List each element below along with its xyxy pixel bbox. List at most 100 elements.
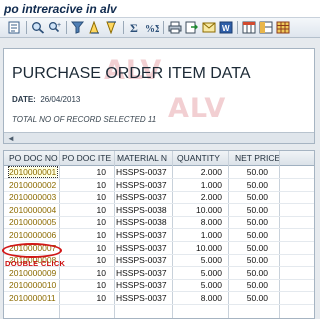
cell-po-doc-item[interactable]: 10 xyxy=(61,230,106,240)
date-label: DATE: xyxy=(12,95,36,104)
cell-material[interactable]: HSSPS-0037 xyxy=(116,230,172,240)
table-row[interactable]: 2010000005 10 HSSPS-0038 8.000 50.00 xyxy=(4,216,314,230)
cell-quantity[interactable]: 10.000 xyxy=(172,243,222,253)
cell-material[interactable]: HSSPS-0038 xyxy=(116,205,172,215)
find-icon[interactable] xyxy=(31,21,45,34)
cell-net-price[interactable]: 50.00 xyxy=(230,167,268,177)
cell-po-doc-item[interactable]: 10 xyxy=(61,217,106,227)
cell-net-price[interactable]: 50.00 xyxy=(230,217,268,227)
cell-material[interactable]: HSSPS-0037 xyxy=(116,167,172,177)
toolbar-separator xyxy=(163,21,164,34)
cell-po-doc-item[interactable]: 10 xyxy=(61,243,106,253)
cell-po-doc-item[interactable]: 10 xyxy=(61,192,106,202)
cell-po-doc-item[interactable]: 10 xyxy=(61,180,106,190)
column-header-net-price[interactable]: NET PRICE xyxy=(235,153,281,163)
cell-material[interactable]: HSSPS-0038 xyxy=(116,217,172,227)
toolbar-separator xyxy=(123,21,124,34)
cell-po-doc-no[interactable]: 2010000003 xyxy=(9,192,57,202)
cell-net-price[interactable]: 50.00 xyxy=(230,192,268,202)
cell-net-price[interactable]: 50.00 xyxy=(230,180,268,190)
find-next-icon[interactable]: + xyxy=(48,21,62,34)
cell-po-doc-no[interactable]: 2010000010 xyxy=(9,280,57,290)
cell-po-doc-item[interactable]: 10 xyxy=(61,293,106,303)
toolbar-separator xyxy=(237,21,238,34)
cell-quantity[interactable]: 10.000 xyxy=(172,205,222,215)
double-click-annotation: DOUBLE CLICK xyxy=(5,259,66,268)
cell-net-price[interactable]: 50.00 xyxy=(230,243,268,253)
cell-net-price[interactable]: 50.00 xyxy=(230,293,268,303)
table-row[interactable]: 2010000002 10 HSSPS-0037 1.000 50.00 xyxy=(4,179,314,192)
cell-material[interactable]: HSSPS-0037 xyxy=(116,268,172,278)
title-bar: po intreracive in alv xyxy=(0,0,320,17)
grid-icon[interactable] xyxy=(276,21,290,34)
subtotal-icon[interactable]: %Σ xyxy=(145,21,159,34)
column-header-po-doc-item[interactable]: PO DOC ITE xyxy=(62,153,114,163)
cell-material[interactable]: HSSPS-0037 xyxy=(116,180,172,190)
cell-quantity[interactable]: 8.000 xyxy=(172,293,222,303)
cell-quantity[interactable]: 2.000 xyxy=(172,167,222,177)
cell-po-doc-item[interactable]: 10 xyxy=(61,268,106,278)
header-scrollbar[interactable]: ◄ xyxy=(4,132,314,143)
cell-po-doc-item[interactable]: 10 xyxy=(61,205,106,215)
svg-text:%Σ: %Σ xyxy=(145,24,159,34)
alv-watermark: ALV xyxy=(168,93,227,124)
filter-icon[interactable] xyxy=(71,21,85,34)
svg-text:Σ: Σ xyxy=(130,21,138,34)
table-row[interactable]: 2010000003 10 HSSPS-0037 2.000 50.00 xyxy=(4,191,314,205)
total-records-text: TOTAL NO OF RECORD SELECTED 11 xyxy=(12,115,157,124)
cell-po-doc-no[interactable]: 2010000011 xyxy=(9,293,57,303)
cell-material[interactable]: HSSPS-0037 xyxy=(116,255,172,265)
cell-net-price[interactable]: 50.00 xyxy=(230,268,268,278)
cell-quantity[interactable]: 5.000 xyxy=(172,268,222,278)
print-icon[interactable] xyxy=(168,21,182,34)
cell-po-doc-no[interactable]: 2010000001 xyxy=(8,166,58,178)
table-row[interactable]: 2010000011 10 HSSPS-0037 8.000 50.00 xyxy=(4,292,314,305)
cell-po-doc-no[interactable]: 2010000006 xyxy=(9,230,57,240)
cell-net-price[interactable]: 50.00 xyxy=(230,230,268,240)
sort-ascending-icon[interactable] xyxy=(88,21,102,34)
svg-text:+: + xyxy=(57,22,61,29)
cell-po-doc-item[interactable]: 10 xyxy=(61,167,106,177)
table-row[interactable]: 2010000004 10 HSSPS-0038 10.000 50.00 xyxy=(4,204,314,217)
toolbar-separator xyxy=(26,21,27,34)
table-row[interactable]: 2010000001 10 HSSPS-0037 2.000 50.00 xyxy=(4,166,314,179)
alv-toolbar: + Σ %Σ W xyxy=(0,18,320,38)
cell-quantity[interactable]: 5.000 xyxy=(172,280,222,290)
window-title: po intreracive in alv xyxy=(4,2,117,16)
cell-po-doc-item[interactable]: 10 xyxy=(61,255,106,265)
cell-quantity[interactable]: 1.000 xyxy=(172,180,222,190)
total-icon[interactable]: Σ xyxy=(128,21,142,34)
column-header-material[interactable]: MATERIAL N xyxy=(117,153,169,163)
cell-net-price[interactable]: 50.00 xyxy=(230,205,268,215)
cell-po-doc-item[interactable]: 10 xyxy=(61,280,106,290)
sort-descending-icon[interactable] xyxy=(105,21,119,34)
cell-po-doc-no[interactable]: 2010000004 xyxy=(9,205,57,215)
details-icon[interactable] xyxy=(8,21,22,34)
layout-icon[interactable] xyxy=(242,21,256,34)
cell-net-price[interactable]: 50.00 xyxy=(230,280,268,290)
cell-po-doc-no[interactable]: 2010000005 xyxy=(9,217,57,227)
cell-material[interactable]: HSSPS-0037 xyxy=(116,243,172,253)
cell-po-doc-no[interactable]: 2010000009 xyxy=(9,268,57,278)
cell-quantity[interactable]: 8.000 xyxy=(172,217,222,227)
export-icon[interactable] xyxy=(185,21,199,34)
double-click-highlight-ellipse xyxy=(2,243,62,258)
cell-po-doc-no[interactable]: 2010000002 xyxy=(9,180,57,190)
cell-material[interactable]: HSSPS-0037 xyxy=(116,192,172,202)
column-header-quantity[interactable]: QUANTITY xyxy=(177,153,227,163)
grid-header-row: PO DOC NO PO DOC ITE MATERIAL N QUANTITY… xyxy=(4,151,314,166)
cell-quantity[interactable]: 1.000 xyxy=(172,230,222,240)
mail-icon[interactable] xyxy=(202,21,216,34)
scroll-left-icon[interactable]: ◄ xyxy=(7,134,15,143)
cell-net-price[interactable]: 50.00 xyxy=(230,255,268,265)
word-icon[interactable]: W xyxy=(219,21,233,34)
table-row[interactable]: 2010000006 10 HSSPS-0037 1.000 50.00 xyxy=(4,229,314,242)
cell-quantity[interactable]: 2.000 xyxy=(172,192,222,202)
table-row[interactable]: 2010000010 10 HSSPS-0037 5.000 50.00 xyxy=(4,279,314,293)
change-layout-icon[interactable] xyxy=(259,21,273,34)
column-header-po-doc-no[interactable]: PO DOC NO xyxy=(9,153,59,163)
cell-quantity[interactable]: 5.000 xyxy=(172,255,222,265)
cell-material[interactable]: HSSPS-0037 xyxy=(116,280,172,290)
table-row[interactable]: 2010000009 10 HSSPS-0037 5.000 50.00 xyxy=(4,267,314,280)
cell-material[interactable]: HSSPS-0037 xyxy=(116,293,172,303)
